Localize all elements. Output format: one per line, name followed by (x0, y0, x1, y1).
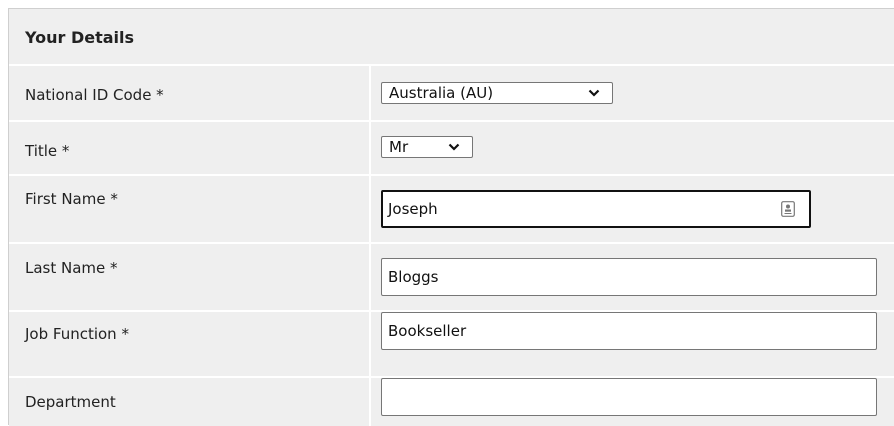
column-divider (369, 312, 371, 376)
chevron-down-icon (448, 143, 460, 151)
section-header: Your Details (9, 9, 894, 65)
national-id-selected-value: Australia (AU) (389, 84, 494, 102)
department-label: Department (25, 393, 116, 411)
first-name-label: First Name * (25, 190, 118, 208)
job-function-label: Job Function * (25, 325, 129, 343)
column-divider (369, 176, 371, 242)
last-name-value: Bloggs (388, 268, 439, 286)
contact-card-icon[interactable] (781, 201, 795, 217)
last-name-input[interactable]: Bloggs (381, 258, 877, 296)
title-label: Title * (25, 142, 70, 160)
row-job-function: Job Function * Bookseller (9, 312, 894, 376)
row-last-name: Last Name * Bloggs (9, 244, 894, 310)
row-national-id: National ID Code * Australia (AU) (9, 66, 894, 120)
row-department: Department (9, 378, 894, 426)
job-function-input[interactable]: Bookseller (381, 312, 877, 350)
department-input[interactable] (381, 378, 877, 416)
title-select[interactable]: Mr (381, 136, 473, 158)
job-function-value: Bookseller (388, 322, 467, 340)
column-divider (369, 244, 371, 310)
first-name-value: Joseph (388, 200, 438, 218)
first-name-input[interactable]: Joseph (381, 190, 811, 228)
chevron-down-icon (588, 89, 600, 97)
column-divider (369, 378, 371, 426)
row-title: Title * Mr (9, 122, 894, 174)
your-details-form: Your Details National ID Code * Australi… (8, 8, 894, 426)
column-divider (369, 66, 371, 120)
national-id-select[interactable]: Australia (AU) (381, 82, 613, 104)
section-title: Your Details (25, 28, 135, 47)
national-id-label: National ID Code * (25, 86, 164, 104)
last-name-label: Last Name * (25, 259, 118, 277)
title-selected-value: Mr (389, 138, 409, 156)
column-divider (369, 122, 371, 174)
row-first-name: First Name * Joseph (9, 176, 894, 242)
